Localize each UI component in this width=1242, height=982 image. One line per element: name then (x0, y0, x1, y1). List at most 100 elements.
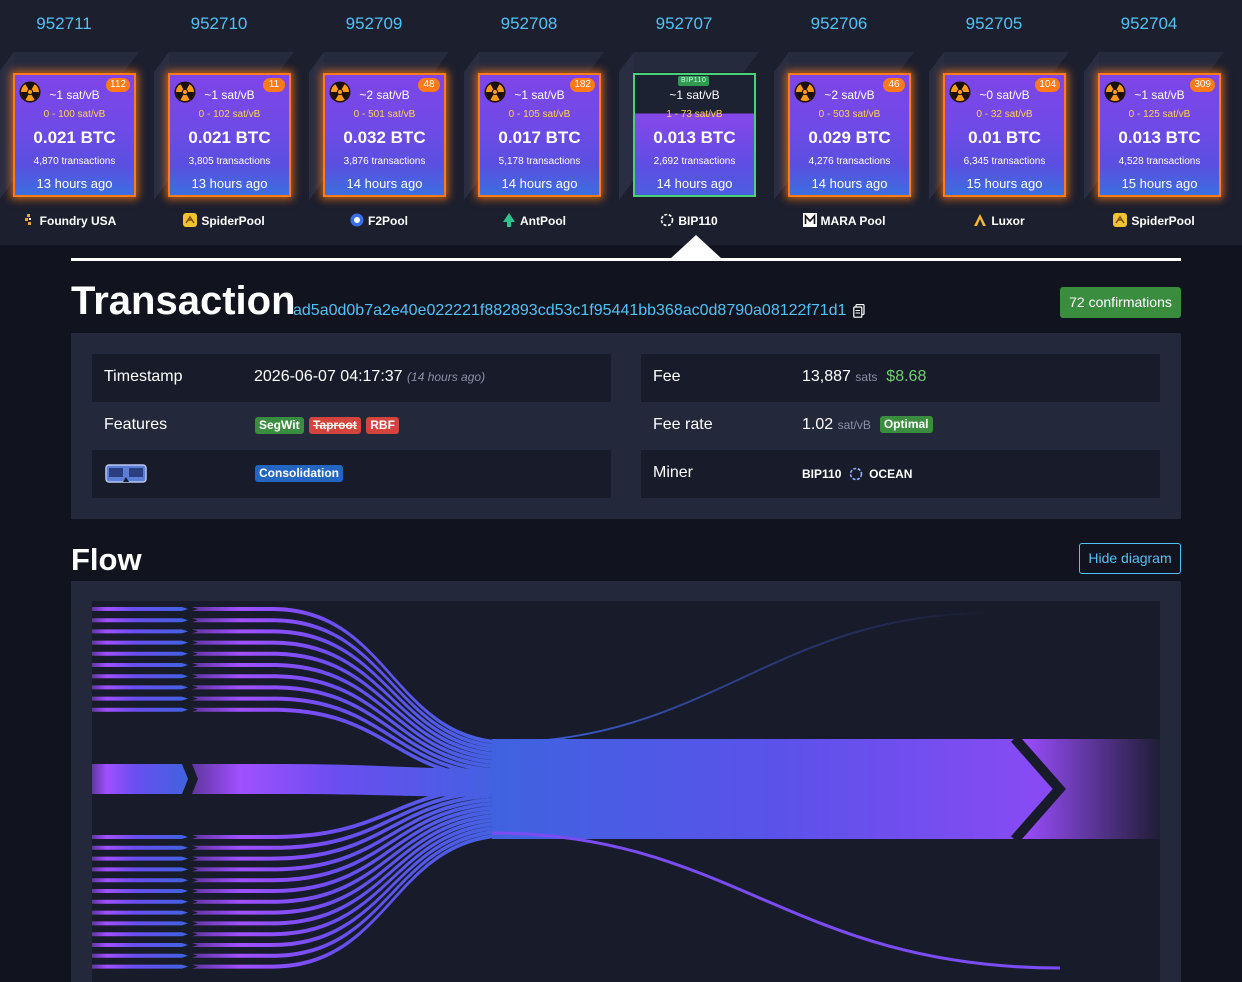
spiderpool-icon (183, 213, 198, 227)
block-952711[interactable]: 952711 112 ~1 sat/vB 0 - 100 sat/vB 0.02… (0, 0, 154, 245)
block-pool[interactable]: MARA Pool (774, 213, 914, 228)
block-pool[interactable]: Foundry USA (0, 213, 139, 228)
block-952706[interactable]: 952706 46 ~2 sat/vB 0 - 503 sat/vB 0.029… (774, 0, 929, 245)
block-height-link[interactable]: 952708 (464, 14, 594, 34)
block-952709[interactable]: 952709 48 ~2 sat/vB 0 - 501 sat/vB 0.032… (309, 0, 464, 245)
block-height-link[interactable]: 952711 (0, 14, 129, 34)
copy-icon[interactable] (853, 304, 865, 318)
block-face[interactable]: 112 ~1 sat/vB 0 - 100 sat/vB 0.021 BTC 4… (13, 73, 136, 197)
txid-link[interactable]: ad5a0d0b7a2e40e022221f882893cd53c1f95441… (293, 302, 846, 320)
block-pool[interactable]: F2Pool (309, 213, 449, 228)
block-height-link[interactable]: 952705 (929, 14, 1059, 34)
block-total-fees: 0.017 BTC (498, 128, 581, 147)
block-tx-count: 6,345 transactions (963, 156, 1046, 167)
hide-diagram-button[interactable]: Hide diagram (1079, 543, 1181, 574)
block-median-fee: ~1 sat/vB (514, 88, 565, 102)
block-pool[interactable]: Luxor (929, 213, 1069, 228)
flow-input-stub[interactable] (92, 878, 188, 883)
block-cube[interactable]: 309 ~1 sat/vB 0 - 125 sat/vB 0.013 BTC 4… (1084, 52, 1224, 200)
block-face[interactable]: 309 ~1 sat/vB 0 - 125 sat/vB 0.013 BTC 4… (1098, 73, 1221, 197)
block-952708[interactable]: 952708 182 ~1 sat/vB 0 - 105 sat/vB 0.01… (464, 0, 619, 245)
flow-input-stub[interactable] (92, 932, 188, 937)
feature-segwit[interactable]: SegWit (255, 417, 304, 434)
block-pool[interactable]: SpiderPool (1084, 213, 1224, 228)
flow-output-small-bottom[interactable] (491, 831, 1061, 970)
block-median-fee: ~1 sat/vB (669, 88, 720, 102)
miner-pool[interactable]: OCEAN (869, 467, 912, 481)
block-cube-side (619, 52, 634, 200)
flow-input-stub[interactable] (92, 921, 188, 926)
flow-input-stub[interactable] (92, 867, 188, 872)
block-median-fee: ~1 sat/vB (1134, 88, 1185, 102)
block-cube-side (774, 52, 789, 200)
pool-name: AntPool (520, 214, 566, 228)
block-face[interactable]: 46 ~2 sat/vB 0 - 503 sat/vB 0.029 BTC 4,… (788, 73, 911, 197)
flow-input-stub[interactable] (92, 651, 188, 656)
flow-output-small-top[interactable] (491, 612, 993, 744)
flow-input-stub[interactable] (92, 964, 188, 969)
flow-input-stub[interactable] (92, 618, 188, 623)
block-height-link[interactable]: 952706 (774, 14, 904, 34)
block-cube[interactable]: 46 ~2 sat/vB 0 - 503 sat/vB 0.029 BTC 4,… (774, 52, 914, 200)
block-height-link[interactable]: 952710 (154, 14, 284, 34)
block-952704[interactable]: 952704 309 ~1 sat/vB 0 - 125 sat/vB 0.01… (1084, 0, 1239, 245)
flow-input-stub[interactable] (92, 663, 188, 667)
block-face[interactable]: 48 ~2 sat/vB 0 - 501 sat/vB 0.032 BTC 3,… (323, 73, 446, 197)
block-pool[interactable]: SpiderPool (154, 213, 294, 228)
ocean-icon (661, 213, 674, 227)
block-cube-top (774, 52, 914, 72)
block-pool[interactable]: AntPool (464, 213, 604, 228)
timestamp-relative: (14 hours ago) (407, 370, 486, 384)
flow-input-stub[interactable] (92, 674, 188, 679)
block-face[interactable]: BIP110 ~1 sat/vB 1 - 73 sat/vB 0.013 BTC… (633, 73, 756, 197)
flow-input-stub[interactable] (92, 629, 188, 634)
flow-input-stub[interactable] (92, 943, 188, 947)
block-952707[interactable]: 952707 BIP110 ~1 sat/vB 1 - 73 sat/vB 0.… (619, 0, 774, 245)
flow-input-stub[interactable] (92, 640, 188, 645)
fee-rate-row: Fee rate 1.02 sat/vB Optimal (641, 402, 1160, 450)
block-height-link[interactable]: 952704 (1084, 14, 1214, 34)
luxor-icon (974, 214, 987, 226)
block-cube[interactable]: 182 ~1 sat/vB 0 - 105 sat/vB 0.017 BTC 5… (464, 52, 604, 200)
block-face[interactable]: 11 ~1 sat/vB 0 - 102 sat/vB 0.021 BTC 3,… (168, 73, 291, 197)
block-cube[interactable]: BIP110 ~1 sat/vB 1 - 73 sat/vB 0.013 BTC… (619, 52, 759, 200)
block-cube[interactable]: 48 ~2 sat/vB 0 - 501 sat/vB 0.032 BTC 3,… (309, 52, 449, 200)
block-cube[interactable]: 112 ~1 sat/vB 0 - 100 sat/vB 0.021 BTC 4… (0, 52, 139, 200)
flow-input-stub[interactable] (92, 910, 188, 915)
fee-rate-unit: sat/vB (837, 418, 871, 432)
block-face[interactable]: 104 ~0 sat/vB 0 - 32 sat/vB 0.01 BTC 6,3… (943, 73, 1066, 197)
block-952705[interactable]: 952705 104 ~0 sat/vB 0 - 32 sat/vB 0.01 … (929, 0, 1084, 245)
flow-input-stub[interactable] (92, 899, 188, 904)
block-cube[interactable]: 11 ~1 sat/vB 0 - 102 sat/vB 0.021 BTC 3,… (154, 52, 294, 200)
block-median-fee: ~1 sat/vB (204, 88, 255, 102)
flow-input-stub[interactable] (92, 685, 188, 690)
block-fee-range: 0 - 125 sat/vB (1128, 109, 1191, 120)
flow-main-trunk (492, 739, 1058, 839)
block-pool[interactable]: BIP110 (619, 213, 759, 228)
flow-input-stub[interactable] (92, 953, 188, 958)
page-title: Transaction (71, 279, 296, 323)
block-fee-range: 0 - 100 sat/vB (43, 109, 106, 120)
flow-diagram (92, 601, 1160, 982)
block-height-link[interactable]: 952707 (619, 14, 749, 34)
flow-input-stub[interactable] (92, 607, 188, 611)
flow-input-stub[interactable] (92, 835, 188, 839)
feature-rbf[interactable]: RBF (366, 417, 399, 434)
block-face[interactable]: 182 ~1 sat/vB 0 - 105 sat/vB 0.017 BTC 5… (478, 73, 601, 197)
consolidation-tag[interactable]: Consolidation (255, 465, 343, 482)
timestamp-value: 2026-06-07 04:17:37 (254, 368, 403, 385)
block-height-link[interactable]: 952709 (309, 14, 439, 34)
flow-input-stub[interactable] (92, 856, 188, 861)
pool-name: Luxor (991, 214, 1025, 228)
flow-input-stub[interactable] (92, 696, 188, 701)
flow-input-stub[interactable] (92, 889, 188, 893)
block-cube[interactable]: 104 ~0 sat/vB 0 - 32 sat/vB 0.01 BTC 6,3… (929, 52, 1069, 200)
flow-input-stub[interactable] (92, 764, 188, 794)
miner-name[interactable]: BIP110 (802, 467, 841, 481)
flow-input-stub[interactable] (92, 845, 188, 850)
feature-taproot[interactable]: Taproot (309, 417, 361, 434)
fee-sats-unit: sats (855, 370, 878, 384)
pool-name: BIP110 (678, 214, 718, 228)
block-952710[interactable]: 952710 11 ~1 sat/vB 0 - 102 sat/vB 0.021… (154, 0, 309, 245)
flow-input-stub[interactable] (92, 707, 188, 712)
